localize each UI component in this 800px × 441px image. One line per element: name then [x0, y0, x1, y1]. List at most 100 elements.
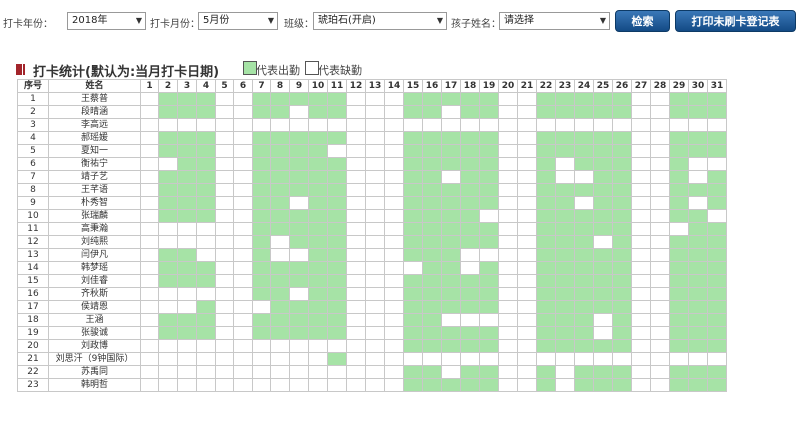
attendance-cell-absent	[498, 313, 518, 327]
attendance-cell-present	[460, 131, 480, 145]
attendance-cell-absent	[327, 365, 347, 379]
attendance-cell-present	[688, 105, 708, 119]
attendance-cell-absent	[650, 352, 670, 366]
table-row: 2 段晴涵	[17, 105, 727, 119]
print-unswiped-button[interactable]: 打印未刷卡登记表	[675, 10, 796, 32]
attendance-cell-present	[479, 300, 499, 314]
attendance-cell-absent	[252, 118, 271, 132]
attendance-cell-absent	[498, 365, 518, 379]
child-select[interactable]: 请选择 ▼	[499, 12, 610, 30]
day-header: 5	[215, 79, 234, 93]
attendance-cell-present	[574, 235, 594, 249]
attendance-cell-present	[308, 326, 328, 340]
student-name: 王蔡普	[48, 92, 141, 106]
class-select[interactable]: 琥珀石(开启) ▼	[313, 12, 447, 30]
attendance-cell-absent	[384, 352, 404, 366]
attendance-cell-present	[327, 157, 347, 171]
attendance-cell-absent	[688, 352, 708, 366]
attendance-cell-present	[593, 157, 613, 171]
year-select[interactable]: 2018年 ▼	[67, 12, 146, 30]
day-header: 31	[707, 79, 727, 93]
attendance-cell-present	[479, 287, 499, 301]
attendance-cell-absent	[289, 352, 309, 366]
filter-bar: 打卡年份： 2018年 ▼ 打卡月份： 5月份 ▼ 班级： 琥珀石(开启) ▼ …	[0, 0, 800, 46]
attendance-cell-present	[536, 365, 556, 379]
attendance-cell-absent	[346, 248, 366, 262]
attendance-cell-absent	[289, 118, 309, 132]
attendance-cell-present	[327, 235, 347, 249]
attendance-cell-present	[574, 313, 594, 327]
table-row: 7 靖子艺	[17, 170, 727, 184]
search-button[interactable]: 检索	[615, 10, 670, 32]
row-index: 5	[17, 144, 49, 158]
attendance-cell-present	[422, 248, 442, 262]
attendance-cell-present	[593, 209, 613, 223]
child-label: 孩子姓名：	[451, 19, 501, 30]
attendance-cell-present	[574, 183, 594, 197]
attendance-cell-absent	[365, 105, 385, 119]
row-index: 22	[17, 365, 49, 379]
attendance-cell-present	[555, 235, 575, 249]
attendance-cell-absent	[158, 365, 178, 379]
attendance-cell-absent	[384, 144, 404, 158]
attendance-cell-absent	[517, 92, 537, 106]
attendance-cell-present	[612, 209, 632, 223]
student-name: 王芊语	[48, 183, 141, 197]
attendance-cell-present	[289, 274, 309, 288]
attendance-cell-present	[536, 274, 556, 288]
attendance-cell-present	[707, 131, 727, 145]
attendance-cell-absent	[593, 326, 613, 340]
attendance-cell-present	[327, 183, 347, 197]
attendance-cell-absent	[403, 352, 423, 366]
attendance-cell-present	[308, 196, 328, 210]
attendance-cell-present	[669, 170, 689, 184]
attendance-cell-absent	[196, 235, 216, 249]
attendance-cell-present	[612, 170, 632, 184]
attendance-cell-present	[460, 157, 480, 171]
attendance-cell-present	[422, 274, 442, 288]
table-row: 16 齐秋斯	[17, 287, 727, 301]
attendance-cell-absent	[346, 365, 366, 379]
attendance-cell-present	[707, 287, 727, 301]
attendance-cell-absent	[215, 274, 234, 288]
day-header: 18	[460, 79, 480, 93]
attendance-cell-absent	[650, 157, 670, 171]
attendance-cell-present	[707, 261, 727, 275]
attendance-cell-present	[574, 300, 594, 314]
attendance-cell-present	[441, 339, 461, 353]
attendance-cell-present	[669, 300, 689, 314]
attendance-cell-absent	[233, 287, 253, 301]
attendance-cell-absent	[365, 261, 385, 275]
attendance-cell-absent	[650, 170, 670, 184]
attendance-cell-absent	[233, 352, 253, 366]
attendance-cell-present	[158, 92, 178, 106]
student-name: 段晴涵	[48, 105, 141, 119]
attendance-cell-absent	[688, 157, 708, 171]
attendance-cell-absent	[346, 131, 366, 145]
attendance-cell-absent	[158, 118, 178, 132]
attendance-cell-present	[270, 287, 290, 301]
attendance-cell-present	[403, 222, 423, 236]
attendance-cell-present	[289, 326, 309, 340]
month-select[interactable]: 5月份 ▼	[198, 12, 278, 30]
attendance-cell-present	[422, 183, 442, 197]
attendance-cell-present	[479, 131, 499, 145]
attendance-cell-present	[327, 131, 347, 145]
attendance-cell-absent	[479, 248, 499, 262]
attendance-cell-present	[460, 183, 480, 197]
attendance-cell-absent	[215, 313, 234, 327]
attendance-cell-absent	[650, 222, 670, 236]
attendance-cell-absent	[498, 300, 518, 314]
day-header: 1	[140, 79, 159, 93]
attendance-cell-absent	[177, 222, 197, 236]
attendance-cell-present	[403, 105, 423, 119]
attendance-cell-absent	[140, 157, 159, 171]
attendance-cell-present	[403, 196, 423, 210]
row-index: 11	[17, 222, 49, 236]
attendance-cell-absent	[498, 118, 518, 132]
attendance-cell-present	[707, 183, 727, 197]
attendance-cell-absent	[555, 352, 575, 366]
attendance-cell-present	[403, 235, 423, 249]
attendance-cell-absent	[498, 209, 518, 223]
attendance-cell-absent	[233, 105, 253, 119]
